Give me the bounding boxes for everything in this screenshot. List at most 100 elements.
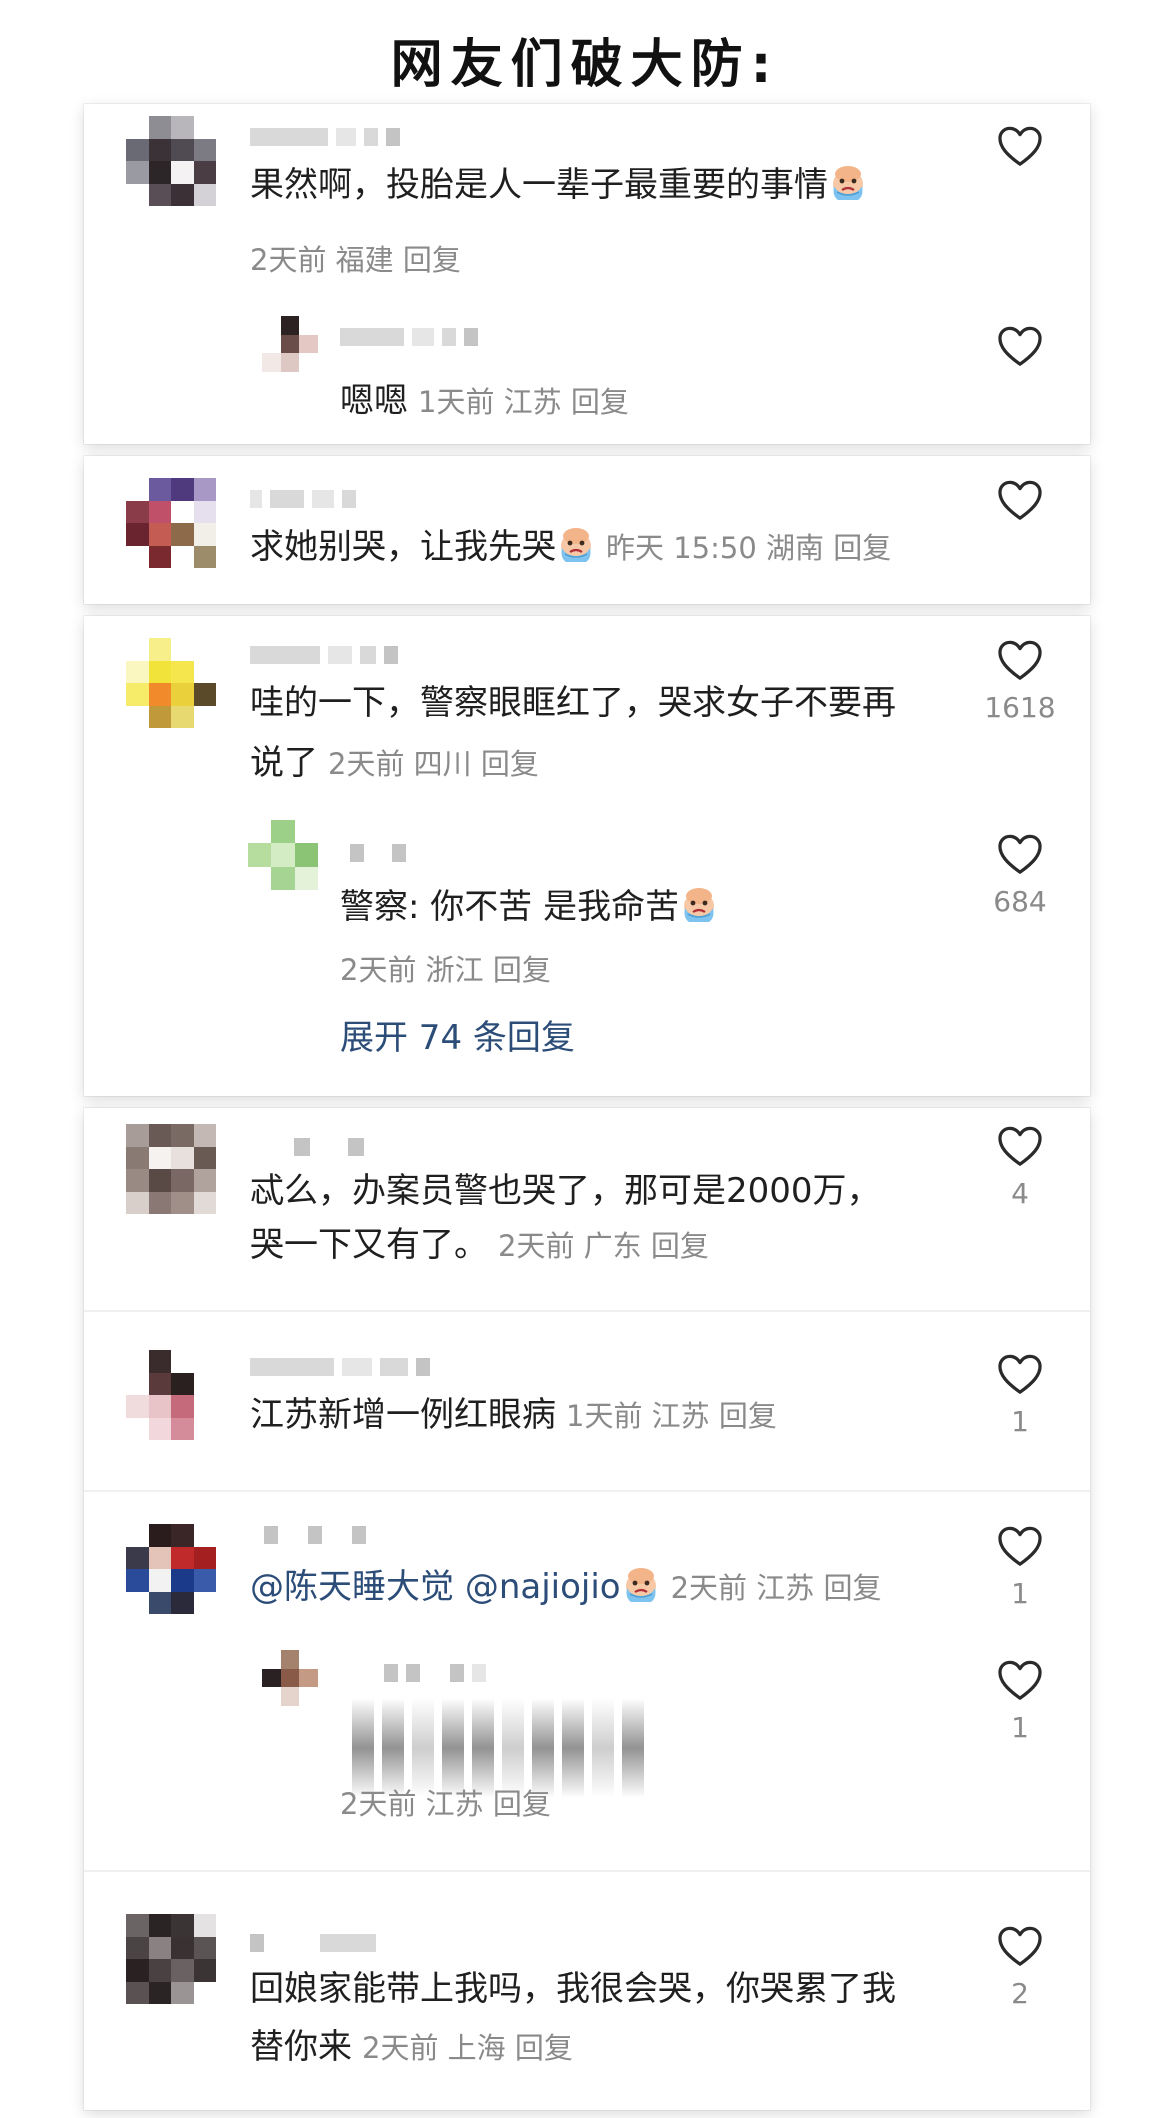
comment-meta[interactable]: 2天前 福建 回复 xyxy=(250,240,461,280)
comment-meta[interactable]: 2天前 江苏 回复 xyxy=(671,1571,882,1605)
comment-body-line-1: 回娘家能带上我吗，我很会哭，你哭累了我 xyxy=(250,1969,896,2009)
avatar[interactable] xyxy=(126,638,216,728)
comment-body: 江苏新增一例红眼病 xyxy=(250,1395,556,1435)
reply-meta[interactable]: 1天前 江苏 回复 xyxy=(418,385,629,419)
heart-outline-icon xyxy=(997,1126,1043,1168)
comment-body: 果然啊，投胎是人一辈子最重要的事情 xyxy=(250,165,828,205)
reply-text: 警察: 你不苦 是我命苦 xyxy=(340,878,719,936)
username-blurred[interactable] xyxy=(250,488,356,510)
avatar[interactable] xyxy=(126,1914,216,2004)
comment-text: @陈天睡大觉 @najiojio 2天前 江苏 回复 xyxy=(250,1558,881,1617)
comment-body-line-2: 哭一下又有了。 xyxy=(250,1225,488,1265)
heart-outline-icon xyxy=(997,834,1043,876)
reply-body: 嗯嗯 xyxy=(340,381,408,421)
avatar[interactable] xyxy=(126,478,216,568)
comment-text: 回娘家能带上我吗，我很会哭，你哭累了我 xyxy=(250,1960,896,2018)
reply-username-blurred[interactable] xyxy=(384,1662,486,1684)
like-count: 1 xyxy=(1011,1577,1029,1610)
comment-body-line-2: 替你来 xyxy=(250,2027,352,2067)
reply-like-button[interactable]: 1 xyxy=(972,1660,1068,1746)
comment-meta[interactable]: 2天前 四川 回复 xyxy=(328,747,539,781)
username-blurred[interactable] xyxy=(250,126,400,148)
avatar[interactable] xyxy=(126,1524,216,1614)
like-button[interactable] xyxy=(972,126,1068,168)
comment-text: 哭一下又有了。 2天前 广东 回复 xyxy=(250,1216,709,1275)
comment-item: 忒么，办案员警也哭了，那可是2000万， 哭一下又有了。 2天前 广东 回复 4 xyxy=(84,1108,1090,1310)
comment-text: 替你来 2天前 上海 回复 xyxy=(250,2018,573,2077)
like-button[interactable]: 1 xyxy=(972,1354,1068,1440)
comment-item: 哇的一下，警察眼眶红了，哭求女子不要再 说了 2天前 四川 回复 1618 警察:… xyxy=(84,616,1090,1096)
comment-item: 回娘家能带上我吗，我很会哭，你哭累了我 替你来 2天前 上海 回复 2 xyxy=(84,1870,1090,2114)
username-blurred[interactable] xyxy=(250,1356,430,1378)
comment-body: 求她别哭，让我先哭 xyxy=(250,527,556,567)
comment-item: 求她别哭，让我先哭 昨天 15:50 湖南 回复 xyxy=(84,456,1090,604)
heart-outline-icon xyxy=(997,640,1043,682)
reply-meta[interactable]: 2天前 浙江 回复 xyxy=(340,950,551,990)
like-button[interactable]: 1 xyxy=(972,1526,1068,1612)
username-blurred[interactable] xyxy=(250,1932,376,1954)
reply-avatar[interactable] xyxy=(262,1650,318,1706)
username-blurred[interactable] xyxy=(294,1136,364,1158)
avatar[interactable] xyxy=(126,1350,216,1440)
username-blurred[interactable] xyxy=(250,644,398,666)
heart-outline-icon xyxy=(997,1660,1043,1702)
comment-text: 果然啊，投胎是人一辈子最重要的事情 xyxy=(250,156,868,214)
reply-like-button[interactable] xyxy=(972,326,1068,368)
like-button[interactable]: 4 xyxy=(972,1126,1068,1212)
comment-body-line-1: 忒么，办案员警也哭了，那可是2000万， xyxy=(250,1171,881,1211)
comment-meta[interactable]: 昨天 15:50 湖南 回复 xyxy=(606,531,891,565)
like-button[interactable] xyxy=(972,480,1068,522)
comment-item: 江苏新增一例红眼病 1天前 江苏 回复 1 xyxy=(84,1310,1090,1490)
like-count: 1 xyxy=(1011,1405,1029,1438)
reply-username-blurred[interactable] xyxy=(350,842,406,864)
comment-thread-card: 哇的一下，警察眼眶红了，哭求女子不要再 说了 2天前 四川 回复 1618 警察:… xyxy=(84,616,1090,1096)
comment-text: 求她别哭，让我先哭 昨天 15:50 湖南 回复 xyxy=(250,518,891,577)
like-count: 1618 xyxy=(984,691,1056,724)
reply-body: 警察: 你不苦 是我命苦 xyxy=(340,887,680,927)
heart-outline-icon xyxy=(997,480,1043,522)
reply-text-blurred xyxy=(352,1698,644,1798)
reply-avatar[interactable] xyxy=(248,820,318,890)
like-count: 4 xyxy=(1011,1177,1029,1210)
comment-text: 说了 2天前 四川 回复 xyxy=(250,734,539,793)
expand-replies-link[interactable]: 展开 74 条回复 xyxy=(340,1016,575,1060)
reply-like-button[interactable]: 684 xyxy=(972,834,1068,920)
reply-avatar[interactable] xyxy=(262,316,318,372)
comment-thread-card: 果然啊，投胎是人一辈子最重要的事情 2天前 福建 回复 嗯嗯 1天前 江苏 回复 xyxy=(84,104,1090,444)
comment-meta[interactable]: 2天前 广东 回复 xyxy=(498,1229,709,1263)
crying-face-emoji xyxy=(621,1564,661,1604)
heart-outline-icon xyxy=(997,1354,1043,1396)
reply-meta[interactable]: 2天前 江苏 回复 xyxy=(340,1784,551,1824)
comment-thread-card: 忒么，办案员警也哭了，那可是2000万， 哭一下又有了。 2天前 广东 回复 4 xyxy=(84,1108,1090,2110)
heart-outline-icon xyxy=(997,1526,1043,1568)
comment-body-line-2: 说了 xyxy=(250,743,318,783)
avatar[interactable] xyxy=(126,116,216,206)
heart-outline-icon xyxy=(997,126,1043,168)
like-button[interactable]: 1618 xyxy=(972,640,1068,726)
heart-outline-icon xyxy=(997,326,1043,368)
like-count: 1 xyxy=(1011,1711,1029,1744)
like-button[interactable]: 2 xyxy=(972,1926,1068,2012)
heart-outline-icon xyxy=(997,1926,1043,1968)
crying-face-emoji xyxy=(828,162,868,202)
comment-meta[interactable]: 2天前 上海 回复 xyxy=(362,2031,573,2065)
like-count: 2 xyxy=(1011,1977,1029,2010)
crying-face-emoji xyxy=(679,884,719,924)
avatar[interactable] xyxy=(126,1124,216,1214)
mention-link[interactable]: @陈天睡大觉 xyxy=(250,1567,454,1607)
like-count: 684 xyxy=(993,885,1047,918)
comment-thread-card: 求她别哭，让我先哭 昨天 15:50 湖南 回复 xyxy=(84,456,1090,604)
comment-text: 江苏新增一例红眼病 1天前 江苏 回复 xyxy=(250,1386,777,1445)
comment-text: 哇的一下，警察眼眶红了，哭求女子不要再 xyxy=(250,674,896,732)
username-blurred[interactable] xyxy=(264,1524,366,1546)
reply-username-blurred[interactable] xyxy=(340,326,478,348)
reply-text: 嗯嗯 1天前 江苏 回复 xyxy=(340,372,629,431)
comment-item: @陈天睡大觉 @najiojio 2天前 江苏 回复 1 2天前 江苏 回复 1 xyxy=(84,1490,1090,1870)
crying-face-emoji xyxy=(556,524,596,564)
comment-meta[interactable]: 1天前 江苏 回复 xyxy=(566,1399,777,1433)
comment-item: 果然啊，投胎是人一辈子最重要的事情 2天前 福建 回复 嗯嗯 1天前 江苏 回复 xyxy=(84,104,1090,444)
comment-list: 果然啊，投胎是人一辈子最重要的事情 2天前 福建 回复 嗯嗯 1天前 江苏 回复 xyxy=(84,104,1090,2110)
comment-body-line-1: 哇的一下，警察眼眶红了，哭求女子不要再 xyxy=(250,683,896,723)
comment-text: 忒么，办案员警也哭了，那可是2000万， xyxy=(250,1162,881,1220)
mention-link[interactable]: @najiojio xyxy=(465,1567,621,1607)
